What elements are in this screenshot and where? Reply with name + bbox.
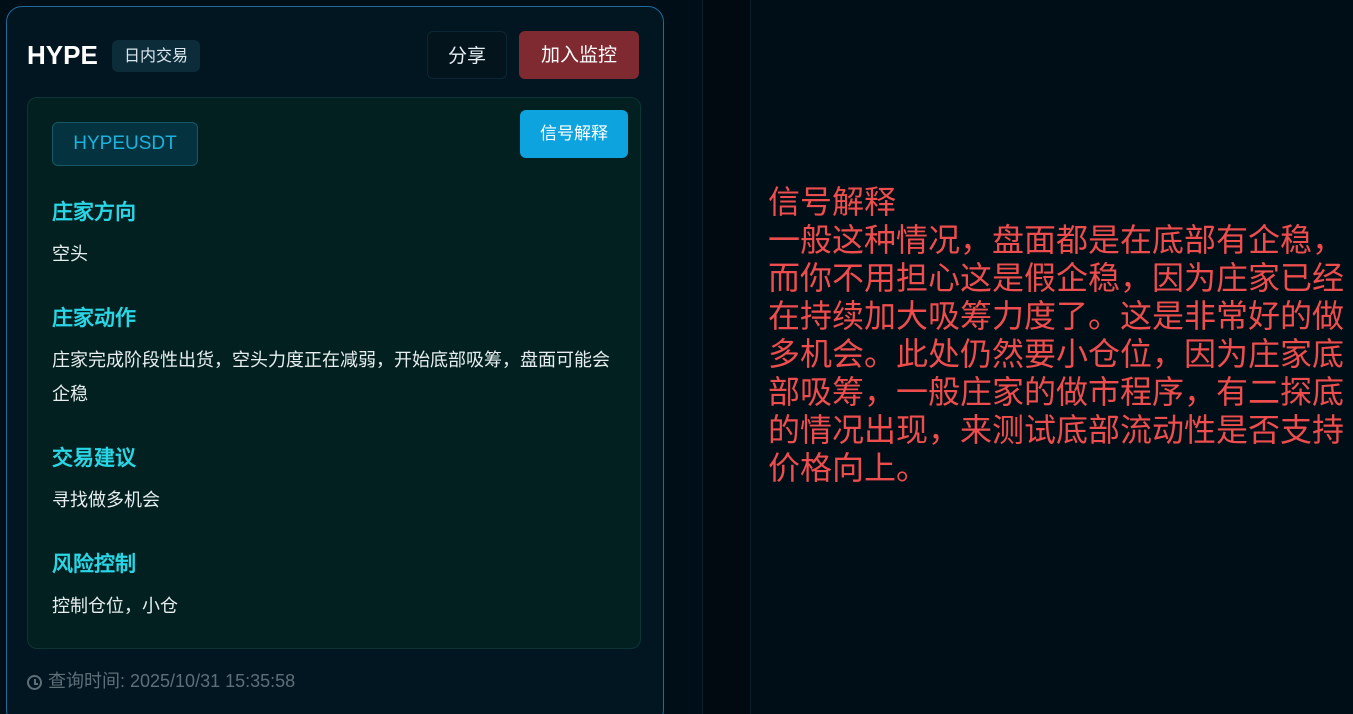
symbol-title: HYPE	[27, 40, 98, 70]
signal-card: HYPE 日内交易 分享 加入监控 HYPEUSDT 信号解释 庄家方向 空头 …	[6, 6, 664, 714]
section-title-risk: 风险控制	[52, 552, 136, 576]
signal-info-box: HYPEUSDT 信号解释 庄家方向 空头 庄家动作 庄家完成阶段性出货，空头力…	[27, 97, 641, 649]
panel-divider	[702, 0, 751, 714]
section-body-action: 庄家完成阶段性出货，空头力度正在减弱，开始底部吸筹，盘面可能会企稳	[52, 350, 610, 405]
signal-explain-button[interactable]: 信号解释	[520, 110, 628, 158]
section-body-risk: 控制仓位，小仓	[52, 596, 178, 617]
section-body-advice: 寻找做多机会	[52, 490, 160, 511]
section-title-advice: 交易建议	[52, 446, 136, 470]
section-title-action: 庄家动作	[52, 306, 136, 330]
explanation-text: 一般这种情况，盘面都是在底部有企稳，而你不用担心这是假企稳，因为庄家已经在持续加…	[768, 221, 1345, 487]
share-button[interactable]: 分享	[427, 31, 507, 79]
add-monitor-button[interactable]: 加入监控	[519, 31, 639, 79]
trade-type-badge: 日内交易	[112, 40, 201, 72]
pair-badge: HYPEUSDT	[52, 122, 198, 166]
section-body-direction: 空头	[52, 244, 88, 265]
card-header: HYPE 日内交易 分享 加入监控	[27, 31, 639, 81]
clock-icon	[27, 675, 42, 690]
query-time: 查询时间: 2025/10/31 15:35:58	[27, 667, 295, 693]
explanation-title: 信号解释	[768, 183, 897, 221]
page: HYPE 日内交易 分享 加入监控 HYPEUSDT 信号解释 庄家方向 空头 …	[0, 0, 1353, 714]
query-time-text: 查询时间: 2025/10/31 15:35:58	[48, 671, 296, 691]
section-title-direction: 庄家方向	[52, 200, 136, 224]
signal-explanation-panel: 信号解释 一般这种情况，盘面都是在底部有企稳，而你不用担心这是假企稳，因为庄家已…	[768, 183, 1350, 487]
